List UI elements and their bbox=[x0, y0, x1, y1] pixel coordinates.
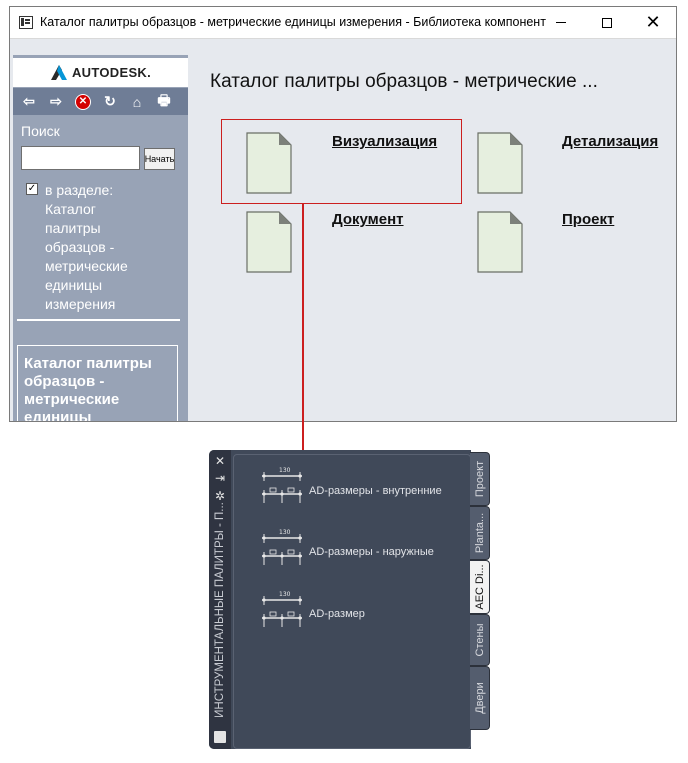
title-bar: Каталог палитры образцов - метрические е… bbox=[10, 7, 676, 39]
dimension-tool-icon[interactable]: 130 bbox=[258, 527, 306, 571]
item-link-dokument[interactable]: Документ bbox=[332, 211, 404, 228]
tab-steny[interactable]: Стены bbox=[470, 614, 490, 666]
document-icon[interactable] bbox=[246, 211, 292, 273]
logo-text: AUTODESK. bbox=[71, 65, 152, 80]
dimension-text: 130 bbox=[279, 529, 291, 536]
item-link-proekt[interactable]: Проект bbox=[562, 211, 614, 228]
tab-label: Стены bbox=[473, 623, 486, 657]
tool-label[interactable]: AD-размер bbox=[309, 608, 365, 620]
logo-bar: AUTODESK. bbox=[13, 58, 188, 87]
tab-proekt[interactable]: Проект bbox=[470, 452, 490, 506]
maximize-button[interactable] bbox=[584, 7, 630, 38]
dimension-tool-icon[interactable]: 130 bbox=[258, 589, 306, 633]
minimize-button[interactable] bbox=[538, 7, 584, 38]
tab-dveri[interactable]: Двери bbox=[470, 666, 490, 730]
app-icon bbox=[19, 16, 33, 29]
print-icon[interactable]: 🖶 bbox=[154, 92, 174, 112]
search-input[interactable] bbox=[21, 146, 140, 170]
close-icon[interactable]: ✕ bbox=[214, 455, 226, 467]
scope-label: в разделе: Каталог палитры образцов - ме… bbox=[45, 182, 128, 312]
autodesk-logo-icon bbox=[50, 64, 68, 81]
current-catalog-title: Каталог палитры образцов - метрические е… bbox=[24, 355, 152, 422]
stop-button[interactable]: ✕ bbox=[73, 92, 93, 112]
properties-icon[interactable] bbox=[214, 731, 226, 743]
palette-title: ИНСТРУМЕНТАЛЬНЫЕ ПАЛИТРЫ - П... bbox=[211, 500, 229, 720]
close-button[interactable]: ✕ bbox=[630, 7, 676, 38]
tool-palette: ✕ ⇥ ✲ ИНСТРУМЕНТАЛЬНЫЕ ПАЛИТРЫ - П... 13… bbox=[209, 450, 471, 749]
page-title: Каталог палитры образцов - метрические .… bbox=[210, 71, 598, 92]
tab-label: AEC Di... bbox=[473, 564, 486, 610]
autohide-icon[interactable]: ⇥ bbox=[214, 472, 226, 484]
highlight-box bbox=[221, 119, 462, 204]
close-icon: ✕ bbox=[645, 12, 661, 32]
back-icon[interactable]: ⇦ bbox=[19, 92, 39, 112]
search-button[interactable]: Начать bbox=[144, 148, 175, 170]
palette-title-text: ИНСТРУМЕНТАЛЬНЫЕ ПАЛИТРЫ - П... bbox=[214, 502, 226, 718]
home-icon[interactable]: ⌂ bbox=[127, 92, 147, 112]
tool-label[interactable]: AD-размеры - внутренние bbox=[309, 485, 442, 497]
tab-label: Двери bbox=[473, 682, 486, 714]
tab-label: Planta... bbox=[473, 512, 486, 554]
dimension-text: 130 bbox=[279, 467, 291, 474]
forward-icon[interactable]: ⇨ bbox=[46, 92, 66, 112]
document-icon[interactable] bbox=[477, 132, 523, 194]
item-link-detalizatsiya[interactable]: Детализация bbox=[562, 133, 658, 150]
tab-planta[interactable]: Planta... bbox=[470, 506, 490, 560]
search-label: Поиск bbox=[21, 123, 60, 139]
tab-label: Проект bbox=[473, 460, 486, 498]
window-title: Каталог палитры образцов - метрические е… bbox=[40, 15, 546, 29]
callout-connector bbox=[302, 204, 304, 450]
canvas: Каталог палитры образцов - метрические е… bbox=[0, 0, 688, 763]
scope-checkbox[interactable]: ✓ bbox=[26, 183, 38, 195]
current-catalog-box: Каталог палитры образцов - метрические е… bbox=[17, 345, 178, 422]
minimize-icon bbox=[556, 22, 566, 23]
tool-label[interactable]: AD-размеры - наружные bbox=[309, 546, 434, 558]
sidebar-divider bbox=[17, 319, 180, 321]
palette-content: 130 AD-размеры - внутренние 130 AD-разме… bbox=[233, 454, 471, 749]
nav-toolbar: ⇦ ⇨ ✕ ↻ ⌂ 🖶 bbox=[13, 88, 188, 115]
maximize-icon bbox=[602, 17, 612, 28]
document-icon[interactable] bbox=[477, 211, 523, 273]
palette-title-strip: ✕ ⇥ ✲ ИНСТРУМЕНТАЛЬНЫЕ ПАЛИТРЫ - П... bbox=[209, 450, 231, 749]
dimension-tool-icon[interactable]: 130 bbox=[258, 465, 306, 509]
sidebar: AUTODESK. ⇦ ⇨ ✕ ↻ ⌂ 🖶 Поиск Начать ✓ в р… bbox=[13, 55, 188, 421]
dimension-text: 130 bbox=[279, 591, 291, 598]
tab-aec-dimensions[interactable]: AEC Di... bbox=[470, 560, 490, 614]
stop-icon: ✕ bbox=[75, 93, 91, 110]
refresh-icon[interactable]: ↻ bbox=[100, 92, 120, 112]
